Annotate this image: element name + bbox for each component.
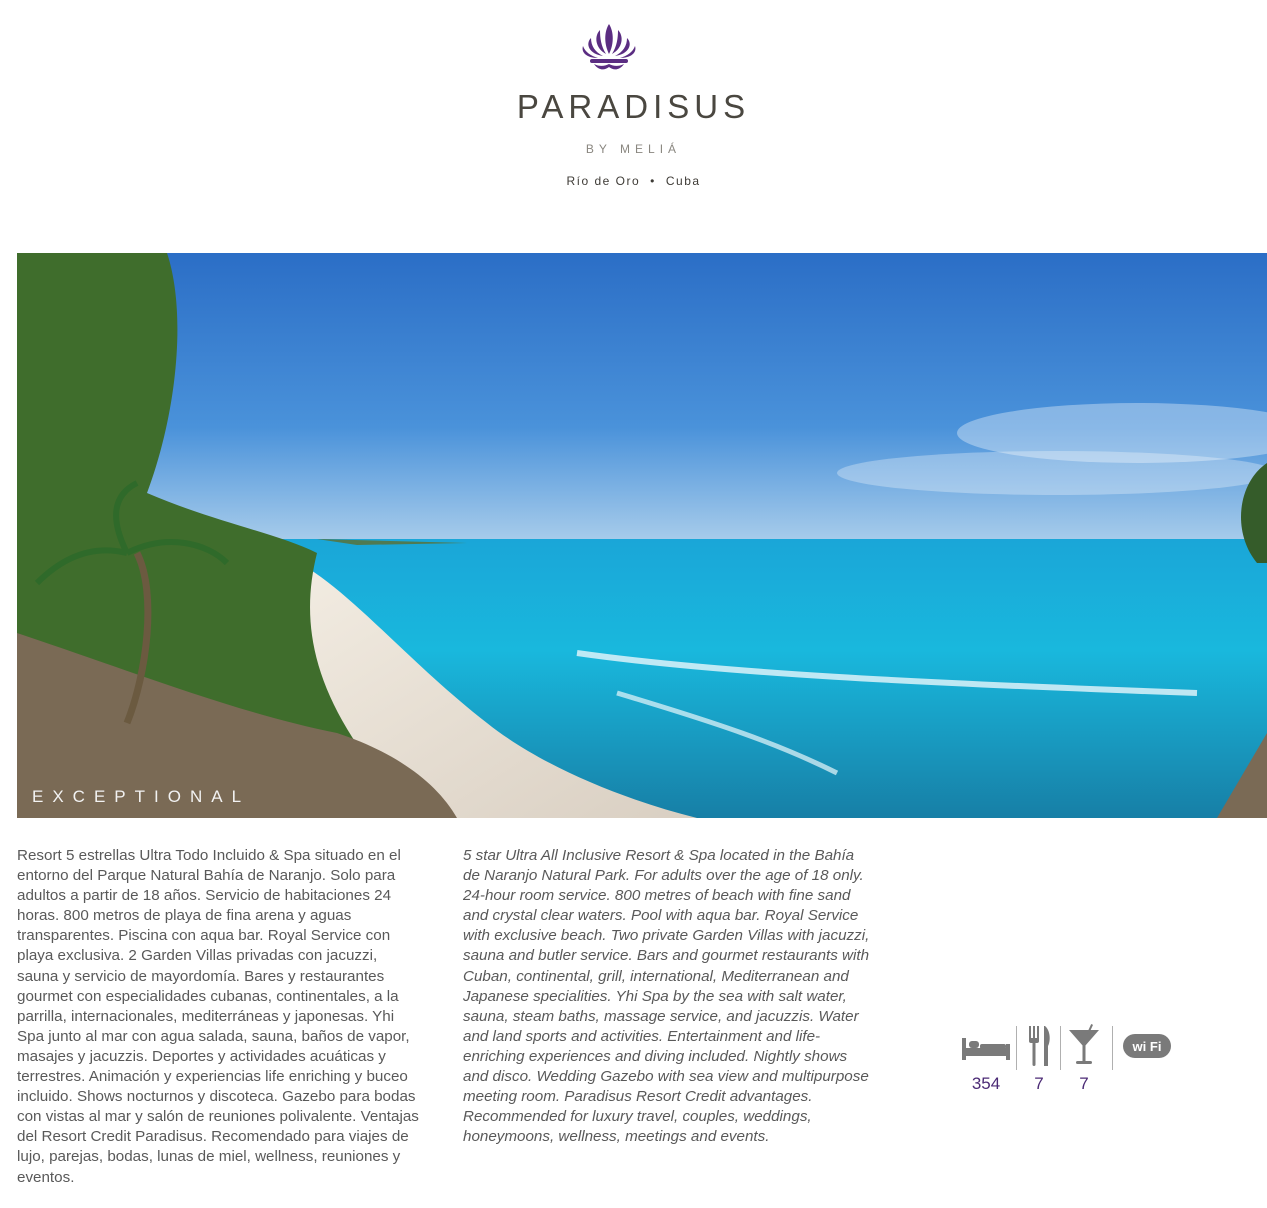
divider (1060, 1026, 1061, 1070)
bars-count: 7 (1079, 1074, 1089, 1093)
location-city: Río de Oro (566, 174, 641, 188)
paradisus-logo-icon (582, 24, 636, 70)
description-spanish: Resort 5 estrellas Ultra Todo Incluido &… (17, 847, 419, 1186)
beach-photo: EXCEPTIONAL (17, 253, 1267, 818)
description-english: 5 star Ultra All Inclusive Resort & Spa … (463, 847, 870, 1146)
header: PARADISUS BY MELIÁ Río de Oro • Cuba (0, 0, 1267, 240)
restaurant-icon (1029, 1026, 1050, 1066)
amenities-bar: 354 7 7 wi Fi (958, 1024, 1178, 1104)
location: Río de Oro • Cuba (0, 174, 1267, 188)
photo-caption: EXCEPTIONAL (32, 787, 251, 806)
amenity-bars: 7 (1066, 1024, 1102, 1094)
location-country: Cuba (665, 174, 701, 188)
beach-scene-illustration (17, 253, 1267, 818)
amenity-wifi: wi Fi (1120, 1024, 1176, 1068)
amenity-rooms: 354 (958, 1024, 1014, 1094)
wifi-label: wi Fi (1132, 1039, 1162, 1054)
divider (1016, 1026, 1017, 1070)
bed-icon (962, 1038, 1010, 1060)
brand-subtitle: BY MELIÁ (585, 142, 682, 156)
location-separator: • (650, 174, 656, 188)
cocktail-icon (1069, 1024, 1099, 1064)
brand-name: PARADISUS (516, 88, 751, 125)
wifi-icon: wi Fi (1123, 1034, 1171, 1058)
amenity-restaurants: 7 (1022, 1024, 1056, 1094)
restaurants-count: 7 (1034, 1074, 1044, 1093)
rooms-count: 354 (971, 1074, 1001, 1093)
divider (1112, 1026, 1113, 1070)
